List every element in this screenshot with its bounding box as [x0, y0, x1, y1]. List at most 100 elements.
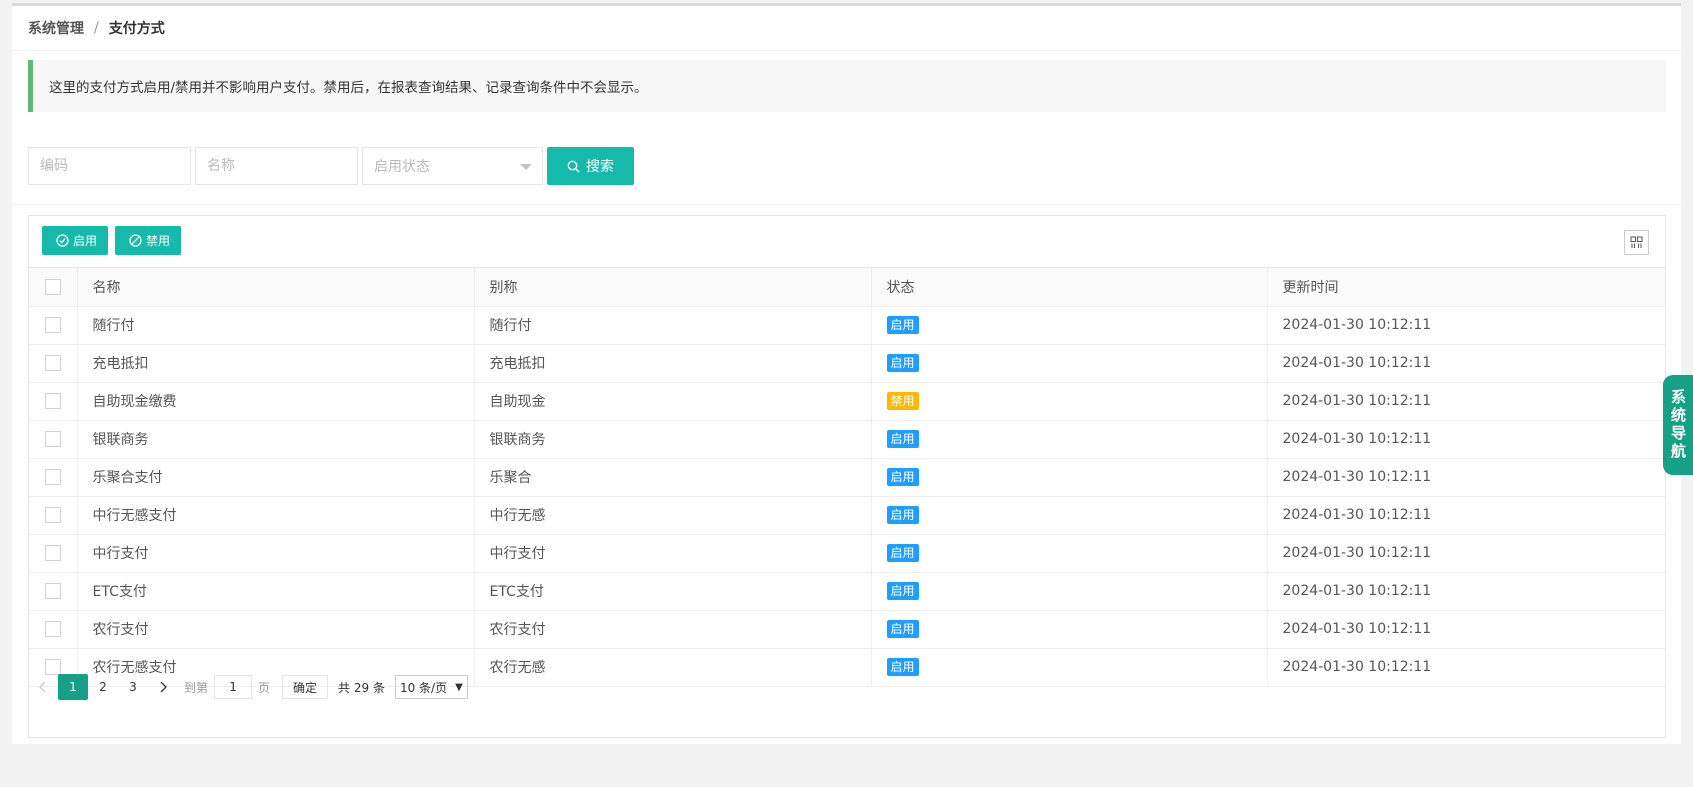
row-checkbox[interactable] [44, 393, 61, 409]
cell-updated: 2024-01-30 10:12:11 [1266, 534, 1665, 573]
cell-status: 启用 [870, 648, 1267, 687]
breadcrumb-current: 支付方式 [108, 21, 165, 37]
row-checkbox-cell [29, 534, 77, 573]
row-checkbox[interactable] [44, 431, 61, 447]
cell-name: 充电抵扣 [76, 344, 474, 383]
breadcrumb-separator: / [94, 20, 99, 36]
cell-name: 中行支付 [76, 534, 474, 573]
select-all-checkbox[interactable] [44, 278, 61, 295]
enable-button-label: 启用 [73, 234, 98, 248]
cell-status: 禁用 [870, 382, 1267, 421]
header-status: 状态 [870, 268, 1267, 307]
row-checkbox[interactable] [44, 507, 61, 523]
header-updated: 更新时间 [1266, 268, 1665, 307]
page-2-button[interactable]: 2 [88, 674, 118, 700]
page-size-value: 10 条/页 [399, 680, 448, 695]
data-table-container: 启用 禁用 名称 别称 状态 更新时间 随行付 随行付 启用 2024-01-3… [28, 215, 1666, 738]
status-badge: 启用 [886, 658, 919, 676]
search-bar: 启用状态 搜索 [28, 147, 634, 185]
page-suffix-label: 页 [258, 680, 271, 695]
header-name: 名称 [76, 268, 474, 307]
status-badge: 启用 [886, 430, 919, 448]
table-header-row: 名称 别称 状态 更新时间 [29, 268, 1665, 307]
cell-alias: 农行支付 [473, 610, 871, 649]
disable-button[interactable]: 禁用 [115, 226, 182, 255]
status-select[interactable]: 启用状态 [362, 147, 543, 185]
prev-page-button[interactable] [28, 674, 58, 700]
cell-status: 启用 [870, 610, 1267, 649]
cell-alias: 随行付 [473, 306, 871, 345]
status-badge: 禁用 [886, 392, 919, 410]
table-row[interactable]: 随行付 随行付 启用 2024-01-30 10:12:11 [29, 306, 1665, 345]
row-checkbox[interactable] [44, 621, 61, 637]
cell-alias: ETC支付 [473, 572, 871, 611]
cell-name: 银联商务 [76, 420, 474, 459]
row-checkbox-cell [29, 572, 77, 611]
cell-status: 启用 [870, 420, 1267, 459]
cell-name: 随行付 [76, 306, 474, 345]
cell-alias: 中行支付 [473, 534, 871, 573]
status-badge: 启用 [886, 582, 919, 600]
row-checkbox[interactable] [44, 355, 61, 371]
table-row[interactable]: 农行支付 农行支付 启用 2024-01-30 10:12:11 [29, 610, 1665, 649]
cell-status: 启用 [870, 306, 1267, 345]
table-row[interactable]: 充电抵扣 充电抵扣 启用 2024-01-30 10:12:11 [29, 344, 1665, 383]
goto-confirm-button[interactable]: 确定 [282, 675, 329, 699]
cell-status: 启用 [870, 344, 1267, 383]
table-row[interactable]: 中行支付 中行支付 启用 2024-01-30 10:12:11 [29, 534, 1665, 573]
cell-alias: 自助现金 [473, 382, 871, 421]
cell-updated: 2024-01-30 10:12:11 [1266, 458, 1665, 497]
divider [12, 204, 1681, 205]
caret-down-icon [520, 164, 532, 170]
status-badge: 启用 [886, 506, 919, 524]
code-input[interactable] [28, 147, 191, 185]
table-row[interactable]: 乐聚合支付 乐聚合 启用 2024-01-30 10:12:11 [29, 458, 1665, 497]
search-button-label: 搜索 [586, 159, 614, 175]
column-filter-button[interactable] [1624, 230, 1649, 255]
table-row[interactable]: 自助现金缴费 自助现金 禁用 2024-01-30 10:12:11 [29, 382, 1665, 421]
cell-name: 自助现金缴费 [76, 382, 474, 421]
cell-updated: 2024-01-30 10:12:11 [1266, 306, 1665, 345]
notice-box: 这里的支付方式启用/禁用并不影响用户支付。禁用后，在报表查询结果、记录查询条件中… [28, 60, 1666, 112]
cell-updated: 2024-01-30 10:12:11 [1266, 382, 1665, 421]
name-input[interactable] [195, 147, 358, 185]
page-size-select[interactable]: 10 条/页 ▼ [394, 675, 468, 699]
columns-icon [1630, 236, 1643, 248]
status-badge: 启用 [886, 620, 919, 638]
cell-alias: 充电抵扣 [473, 344, 871, 383]
cell-status: 启用 [870, 496, 1267, 535]
next-page-button[interactable] [148, 674, 178, 700]
breadcrumb-parent[interactable]: 系统管理 [28, 18, 84, 38]
chevron-left-icon [39, 681, 46, 693]
page-1-button[interactable]: 1 [58, 674, 88, 700]
page-3-button[interactable]: 3 [118, 674, 148, 700]
select-all-cell [29, 268, 77, 307]
cell-status: 启用 [870, 572, 1267, 611]
search-button[interactable]: 搜索 [547, 147, 634, 185]
status-badge: 启用 [886, 468, 919, 486]
cell-alias: 乐聚合 [473, 458, 871, 497]
cell-name: 乐聚合支付 [76, 458, 474, 497]
row-checkbox-cell [29, 420, 77, 459]
chevron-right-icon [160, 681, 167, 693]
row-checkbox[interactable] [44, 545, 61, 561]
breadcrumb: 系统管理 / 支付方式 [12, 6, 1681, 51]
row-checkbox[interactable] [44, 583, 61, 599]
enable-button[interactable]: 启用 [42, 226, 109, 255]
row-checkbox-cell [29, 306, 77, 345]
row-checkbox[interactable] [44, 317, 61, 333]
table-row[interactable]: 银联商务 银联商务 启用 2024-01-30 10:12:11 [29, 420, 1665, 459]
row-checkbox[interactable] [44, 469, 61, 485]
table-body: 随行付 随行付 启用 2024-01-30 10:12:11 充电抵扣 充电抵扣 启用 202… [29, 306, 1665, 687]
chevron-down-icon: ▼ [455, 681, 463, 693]
cell-name: 中行无感支付 [76, 496, 474, 535]
row-checkbox-cell [29, 458, 77, 497]
row-checkbox-cell [29, 496, 77, 535]
status-badge: 启用 [886, 544, 919, 562]
search-icon [567, 160, 580, 172]
goto-page-input[interactable]: 1 [214, 675, 253, 699]
table-row[interactable]: 中行无感支付 中行无感 启用 2024-01-30 10:12:11 [29, 496, 1665, 535]
table-row[interactable]: ETC支付 ETC支付 启用 2024-01-30 10:12:11 [29, 572, 1665, 611]
row-checkbox-cell [29, 344, 77, 383]
system-nav-tab[interactable]: 系统导航 [1663, 375, 1693, 475]
